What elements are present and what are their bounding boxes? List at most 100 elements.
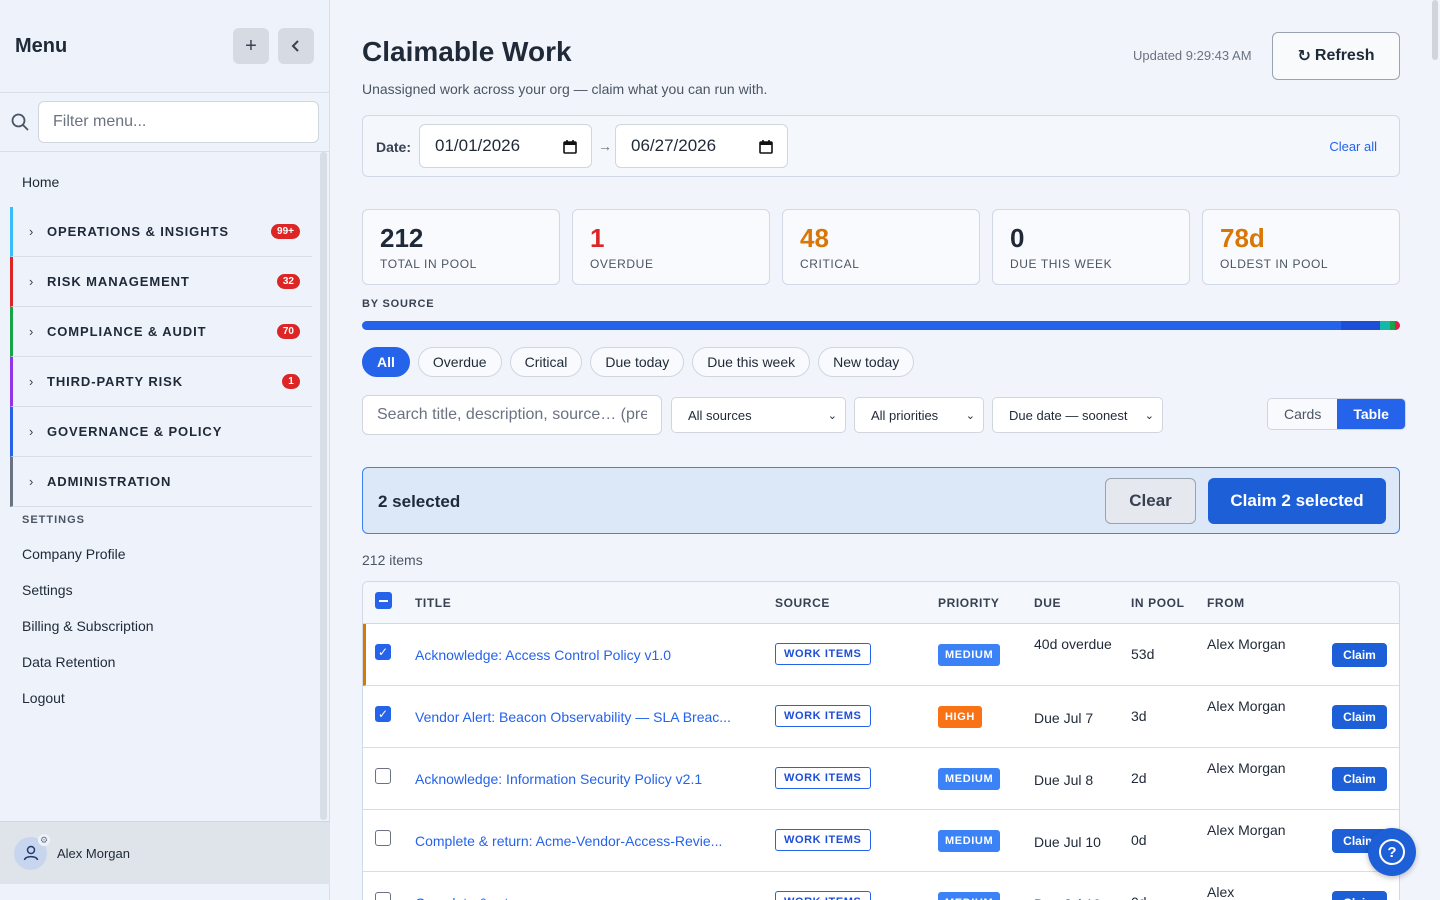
column-due[interactable]: DUE [1034,596,1061,610]
source-select-value: All sources [688,407,752,423]
user-profile[interactable]: ⚙ Alex Morgan [0,821,330,884]
stat-value: 1 [590,223,605,253]
due-date: 40d overdue [1034,636,1112,652]
table-row[interactable]: Acknowledge: Information Security Policy… [363,748,1399,810]
chevron-right-icon: › [29,374,34,389]
row-checkbox[interactable]: ✓ [375,706,391,722]
from-user: Alex Morgan [1207,698,1286,714]
table-row[interactable]: ✓ Vendor Alert: Beacon Observability — SL… [363,686,1399,748]
sidebar-group-compliance-audit[interactable]: › COMPLIANCE & AUDIT 70 [10,307,312,357]
column-in-pool[interactable]: IN POOL [1131,596,1185,610]
filter-chip-due-today[interactable]: Due today [590,347,685,377]
sidebar-item-home[interactable]: Home [22,174,59,190]
row-title-link[interactable]: Complete & return: Acme-Vendor-Access-Re… [415,833,722,849]
refresh-label: Refresh [1314,47,1375,64]
gear-icon: ⚙ [38,833,50,846]
sidebar-group-operations-insights[interactable]: › OPERATIONS & INSIGHTS 99+ [10,207,312,257]
date-range-arrow: → [598,138,612,154]
stat-card[interactable]: 48 CRITICAL [782,209,980,285]
source-segment[interactable] [1380,321,1390,330]
row-checkbox[interactable] [375,768,391,784]
stats-row: 212 TOTAL IN POOL 1 OVERDUE 48 CRITICAL 0 DUE T… [362,209,1400,285]
stat-card[interactable]: 78d OLDEST IN POOL [1202,209,1400,285]
sidebar-scrollbar[interactable] [320,152,327,820]
column-priority[interactable]: PRIORITY [938,596,999,610]
select-all-checkbox[interactable] [375,592,392,609]
claim-button[interactable]: Claim [1332,767,1387,791]
date-to-input[interactable]: 06/27/2026 [615,124,788,168]
work-search-input[interactable] [362,395,662,435]
refresh-button[interactable]: ↻ Refresh [1272,32,1400,80]
stat-card[interactable]: 212 TOTAL IN POOL [362,209,560,285]
column-title[interactable]: TITLE [415,596,451,610]
sidebar-nav: Home › OPERATIONS & INSIGHTS 99+ › RISK MANA… [0,152,329,820]
sidebar-item-billing-subscription[interactable]: Billing & Subscription [22,617,154,653]
collapse-sidebar-button[interactable] [278,28,314,64]
calendar-icon[interactable] [563,139,577,154]
source-segment[interactable] [1394,321,1400,330]
filter-chip-critical[interactable]: Critical [509,347,583,377]
source-badge: WORK ITEMS [775,767,871,789]
help-button[interactable]: ? [1368,828,1416,876]
source-segment[interactable] [362,321,1341,330]
table-row[interactable]: Complete & return: ... WORK ITEMS MEDIUM Du… [363,872,1399,900]
filter-chip-all[interactable]: All [362,347,410,377]
table-row[interactable]: Complete & return: Acme-Vendor-Access-Re… [363,810,1399,872]
row-title-link[interactable]: Acknowledge: Access Control Policy v1.0 [415,647,671,663]
user-name: Alex Morgan [57,845,130,861]
sidebar-item-data-retention[interactable]: Data Retention [22,653,154,689]
sort-select-value: Due date — soonest [1009,407,1128,423]
row-title-link[interactable]: Vendor Alert: Beacon Observability — SLA… [415,709,731,725]
filter-chip-due-this-week[interactable]: Due this week [692,347,811,377]
sidebar-item-company-profile[interactable]: Company Profile [22,545,154,581]
stat-card[interactable]: 1 OVERDUE [572,209,770,285]
main-scrollbar[interactable] [1430,0,1440,900]
stat-value: 48 [800,223,829,253]
sidebar-group-administration[interactable]: › ADMINISTRATION [10,457,312,507]
chevron-right-icon: › [29,224,34,239]
column-source[interactable]: SOURCE [775,596,830,610]
claim-button[interactable]: Claim [1332,891,1387,900]
filter-chip-overdue[interactable]: Overdue [417,347,502,377]
row-title-link[interactable]: Acknowledge: Information Security Policy… [415,771,702,787]
priority-select[interactable]: All priorities ⌄ [854,397,984,433]
claim-button[interactable]: Claim [1332,705,1387,729]
calendar-icon[interactable] [759,139,773,154]
avatar[interactable]: ⚙ [14,833,50,870]
row-checkbox[interactable] [375,830,391,846]
from-user: Alex Morgan [1207,822,1286,838]
page-title: Claimable Work [362,36,572,67]
row-title-link[interactable]: Complete & return: ... [415,895,548,900]
table-header: TITLE SOURCE PRIORITY DUE IN POOL FROM [363,582,1399,624]
row-checkbox[interactable]: ✓ [375,644,391,660]
sidebar-header: Menu + [0,0,329,93]
clear-all-link[interactable]: Clear all [1329,139,1377,154]
source-select[interactable]: All sources ⌄ [671,397,846,433]
row-checkbox[interactable] [375,892,391,900]
question-icon: ? [1379,839,1405,865]
column-from[interactable]: FROM [1207,596,1245,610]
add-button[interactable]: + [233,28,269,64]
sidebar-group-third-party-risk[interactable]: › THIRD-PARTY RISK 1 [10,357,312,407]
clear-selection-button[interactable]: Clear [1105,478,1196,524]
sidebar-item-settings[interactable]: Settings [22,581,154,617]
table-view-button[interactable]: Table [1337,399,1405,429]
claim-button[interactable]: Claim [1332,643,1387,667]
stat-label: CRITICAL [800,257,860,271]
sidebar-group-label: ADMINISTRATION [47,474,172,489]
selection-count: 2 selected [378,492,461,511]
filter-menu-input[interactable] [38,101,319,143]
table-row[interactable]: ✓ Acknowledge: Access Control Policy v1.0… [363,624,1399,686]
filter-chip-new-today[interactable]: New today [818,347,915,377]
stat-label: OLDEST IN POOL [1220,257,1329,271]
in-pool-age: 2d [1131,770,1147,786]
claim-selected-button[interactable]: Claim 2 selected [1208,478,1386,524]
sidebar-group-governance-policy[interactable]: › GOVERNANCE & POLICY [10,407,312,457]
cards-view-button[interactable]: Cards [1268,399,1338,429]
sort-select[interactable]: Due date — soonest ⌄ [992,397,1163,433]
sidebar-group-risk-management[interactable]: › RISK MANAGEMENT 32 [10,257,312,307]
source-segment[interactable] [1340,321,1381,330]
stat-card[interactable]: 0 DUE THIS WEEK [992,209,1190,285]
date-from-input[interactable]: 01/01/2026 [419,124,592,168]
sidebar-item-logout[interactable]: Logout [22,689,154,725]
